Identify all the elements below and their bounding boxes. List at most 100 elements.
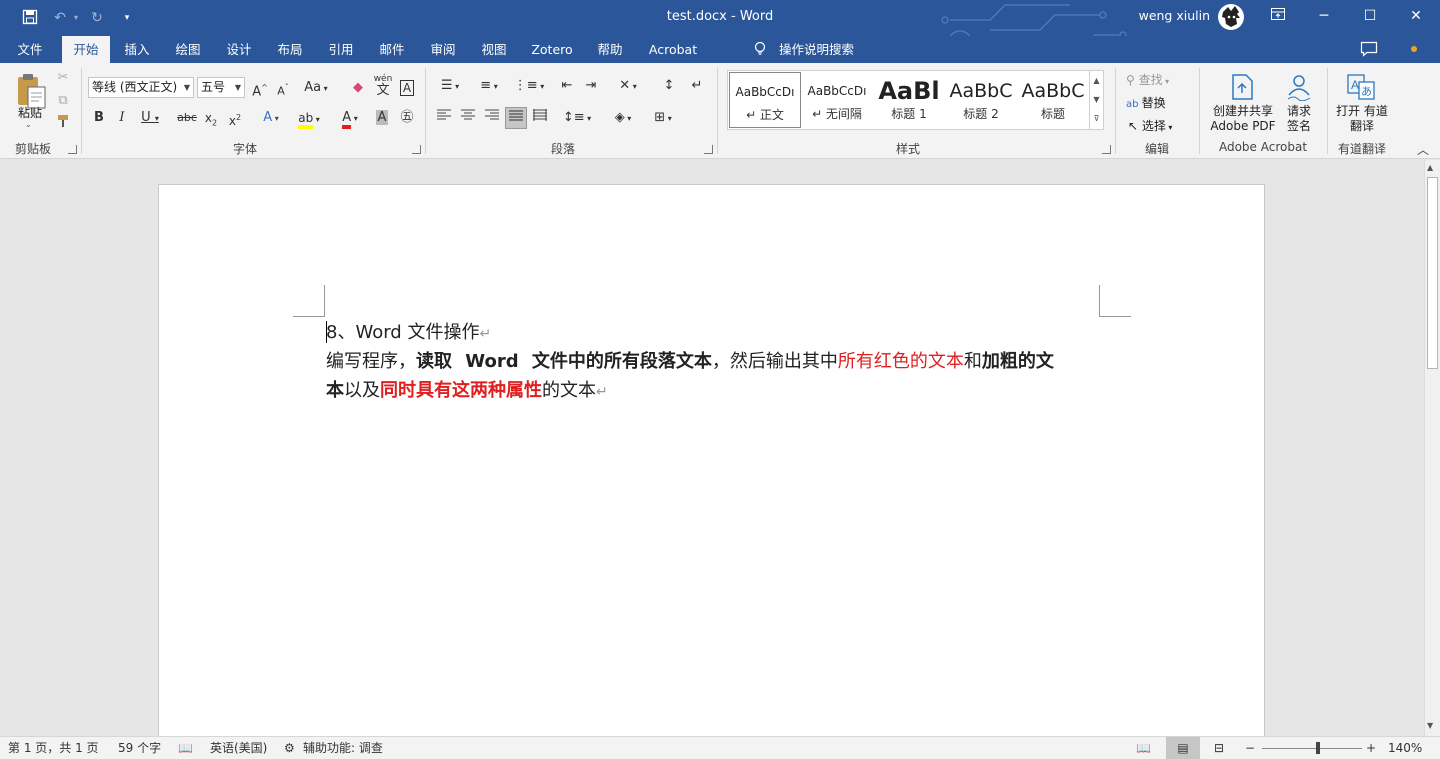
tab-view[interactable]: 视图 [474,36,514,63]
shrink-font-icon[interactable]: Aˇ [273,77,293,99]
bullets-icon[interactable]: ☰ ▾ [434,75,466,97]
change-case-button[interactable]: Aa ▾ [300,77,332,99]
cut-icon[interactable]: ✂ [53,67,73,89]
distributed-icon[interactable] [529,107,551,129]
strikethrough-button[interactable]: abc [176,107,198,129]
replace-button[interactable]: ab 替换 [1126,94,1166,111]
style-heading-1[interactable]: AaBl 标题 1 [873,72,945,128]
multilevel-list-icon[interactable]: ⋮≡ ▾ [512,75,546,97]
tab-insert[interactable]: 插入 [117,36,157,63]
customize-qat-icon[interactable]: ▾ [118,9,136,27]
borders-icon[interactable]: ⊞ ▾ [646,107,680,129]
increase-indent-icon[interactable]: ⇥ [580,75,602,97]
tab-design[interactable]: 设计 [219,36,259,63]
bold-button[interactable]: B [90,107,108,129]
pdf-share-icon[interactable] [1230,73,1256,101]
word-count[interactable]: 59 个字 [118,737,161,759]
style-heading-2[interactable]: AaBbC 标题 2 [945,72,1017,128]
avatar[interactable] [1218,4,1244,30]
accessibility-status[interactable]: 辅助功能: 调查 [303,737,383,759]
paste-label[interactable]: 粘贴 [10,104,50,121]
underline-button[interactable]: U ▾ [137,107,163,129]
body-line-1[interactable]: 编写程序，读取 Word 文件中的所有段落文本，然后输出其中所有红色的文本和加粗… [326,347,1054,376]
align-right-icon[interactable] [481,107,503,129]
zoom-slider-thumb[interactable] [1316,742,1320,754]
zoom-in-icon[interactable]: + [1366,737,1376,759]
shading-icon[interactable]: ◈ ▾ [606,107,640,129]
numbering-icon[interactable]: ≡ ▾ [472,75,506,97]
close-icon[interactable]: ✕ [1393,0,1439,32]
copy-icon[interactable]: ⧉ [53,90,73,112]
font-launcher-icon[interactable] [412,145,421,154]
chinese-layout-icon[interactable]: ✕ ▾ [612,75,644,97]
zoom-out-icon[interactable]: − [1245,737,1255,759]
clear-formatting-icon[interactable]: ◆ [347,77,369,99]
tab-mailings[interactable]: 邮件 [372,36,412,63]
tell-me-search[interactable]: 操作说明搜索 [779,36,854,63]
read-mode-icon[interactable]: 📖 [1136,737,1151,759]
create-pdf-button[interactable]: 创建并共享 Adobe PDF [1205,104,1281,134]
scrollbar-thumb[interactable] [1427,177,1438,369]
request-sign-button[interactable]: 请求 签名 [1282,104,1316,134]
align-center-icon[interactable] [457,107,479,129]
line-spacing-icon[interactable]: ↕≡ ▾ [560,107,594,129]
italic-button[interactable]: I [113,107,131,129]
ribbon-display-options-icon[interactable] [1255,0,1301,32]
tab-file[interactable]: 文件 [10,36,50,63]
grow-font-icon[interactable]: A^ [250,77,270,99]
font-size-dropdown[interactable]: 五号 ▼ [197,77,245,98]
paragraph-launcher-icon[interactable] [704,145,713,154]
tab-help[interactable]: 帮助 [590,36,630,63]
zoom-level[interactable]: 140% [1388,737,1422,759]
tab-layout[interactable]: 布局 [270,36,310,63]
superscript-button[interactable]: x2 [224,107,246,129]
highlight-color-icon[interactable]: ab ▾ [292,107,326,129]
user-name[interactable]: weng xiulin [1120,8,1210,23]
enclose-characters-icon[interactable]: ㊄ [396,107,418,129]
print-layout-icon[interactable]: ▤ [1166,737,1200,759]
document-page[interactable]: 8、Word 文件操作↵ 编写程序，读取 Word 文件中的所有段落文本，然后输… [158,184,1265,736]
tab-home[interactable]: 开始 [62,36,110,63]
redo-icon[interactable]: ↻ [88,9,106,27]
format-painter-icon[interactable] [53,113,73,135]
open-youdao-button[interactable]: 打开 有道翻译 [1334,104,1390,134]
scroll-down-icon[interactable]: ▼ [1427,721,1433,730]
tab-draw[interactable]: 绘图 [168,36,208,63]
character-shading-icon[interactable]: A [372,107,392,129]
vertical-scrollbar[interactable]: ▲ ▼ [1424,160,1440,736]
find-button[interactable]: ⚲ 查找 ▾ [1126,71,1169,88]
body-line-2[interactable]: 本以及同时具有这两种属性的文本↵ [326,376,608,407]
paste-dropdown-icon[interactable]: ⌄ [25,120,32,129]
page-count[interactable]: 第 1 页，共 1 页 [8,737,99,759]
subscript-button[interactable]: x2 [200,107,222,129]
style-title[interactable]: AaBbC 标题 [1017,72,1089,128]
zoom-slider[interactable] [1262,748,1362,749]
character-border-icon[interactable]: A [396,77,418,99]
collapse-ribbon-icon[interactable]: ︿ [1417,141,1429,158]
heading-paragraph[interactable]: 8、Word 文件操作↵ [326,318,491,349]
undo-dropdown-icon[interactable]: ▾ [67,9,85,27]
show-hide-marks-icon[interactable]: ↵ [686,75,708,97]
scroll-up-icon[interactable]: ▲ [1427,163,1433,172]
comments-icon[interactable] [1360,41,1378,57]
styles-scroll[interactable]: ▲ ▼ ⊽ [1089,71,1103,129]
maximize-icon[interactable]: ☐ [1347,0,1393,32]
tab-zotero[interactable]: Zotero [527,36,577,63]
align-left-icon[interactable] [433,107,455,129]
justify-icon[interactable] [505,107,527,129]
web-layout-icon[interactable]: ⊟ [1214,737,1224,759]
request-sign-icon[interactable] [1284,73,1314,102]
clipboard-launcher-icon[interactable] [68,145,77,154]
font-color-icon[interactable]: A ▾ [334,107,366,129]
minimize-icon[interactable]: ─ [1301,0,1347,32]
translate-icon[interactable]: Aあ [1346,73,1376,101]
tab-acrobat[interactable]: Acrobat [643,36,703,63]
styles-launcher-icon[interactable] [1102,145,1111,154]
tab-references[interactable]: 引用 [321,36,361,63]
language[interactable]: 英语(美国) [210,737,267,759]
phonetic-guide-icon[interactable]: wén 文 [372,73,394,97]
text-effects-icon[interactable]: A ▾ [256,107,286,129]
save-icon[interactable] [21,9,39,27]
decrease-indent-icon[interactable]: ⇤ [556,75,578,97]
font-name-dropdown[interactable]: 等线 (西文正文) ▼ [88,77,194,98]
